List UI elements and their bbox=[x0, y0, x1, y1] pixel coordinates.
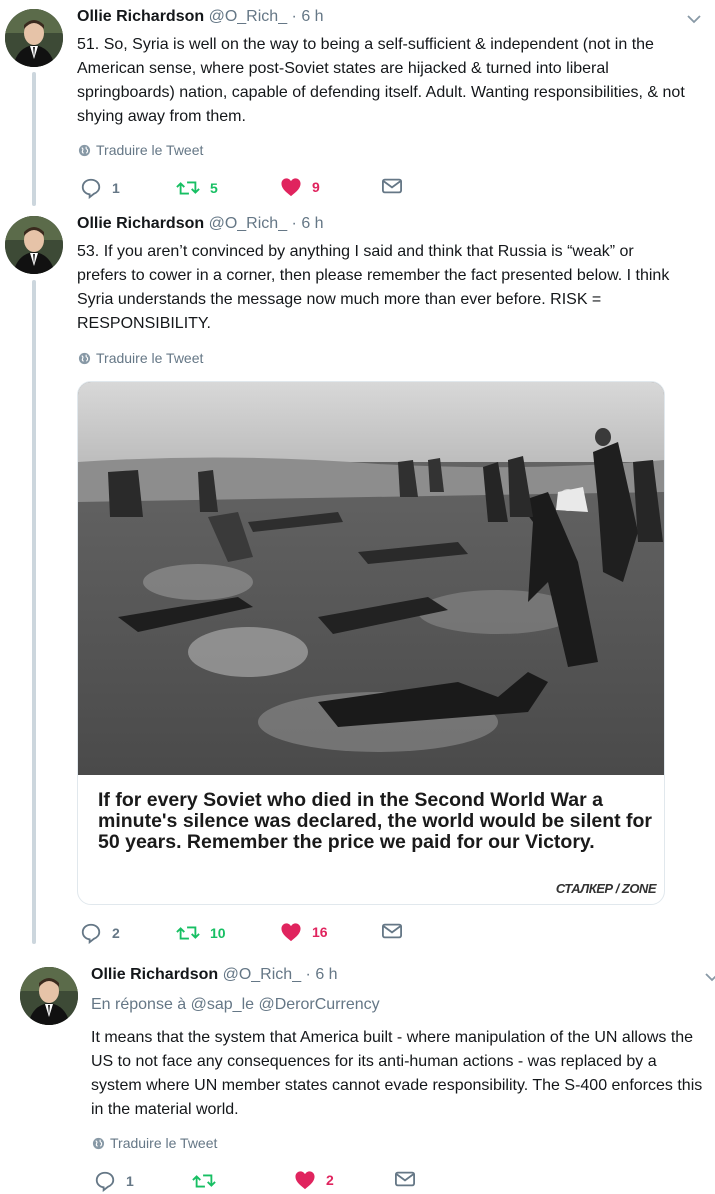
author-name[interactable]: Ollie Richardson bbox=[77, 8, 204, 25]
reply-icon bbox=[95, 1171, 115, 1192]
tweet-media-card[interactable]: If for every Soviet who died in the Seco… bbox=[77, 381, 665, 905]
retweet-icon bbox=[176, 926, 200, 940]
like-count: 16 bbox=[312, 924, 328, 940]
like-count: 2 bbox=[326, 1172, 334, 1188]
reply-button[interactable]: 1 bbox=[80, 177, 120, 199]
retweet-icon bbox=[192, 1174, 216, 1188]
heart-icon bbox=[281, 923, 301, 942]
reply-button[interactable]: 2 bbox=[80, 922, 120, 944]
translate-tweet-link[interactable]: Traduire le Tweet bbox=[92, 1135, 217, 1151]
like-count: 9 bbox=[312, 179, 320, 195]
reply-count: 1 bbox=[126, 1173, 134, 1189]
timestamp[interactable]: · 6 h bbox=[292, 215, 324, 232]
avatar[interactable] bbox=[20, 967, 78, 1025]
thread-line-2 bbox=[32, 280, 36, 944]
retweet-icon bbox=[176, 181, 200, 195]
retweet-button[interactable]: 10 bbox=[176, 922, 226, 944]
direct-message-button[interactable] bbox=[382, 922, 402, 940]
author-name[interactable]: Ollie Richardson bbox=[77, 215, 204, 232]
author-handle[interactable]: @O_Rich_ bbox=[223, 966, 302, 983]
reply-icon bbox=[81, 178, 101, 199]
translate-label: Traduire le Tweet bbox=[96, 350, 204, 366]
envelope-icon bbox=[382, 923, 402, 939]
timestamp[interactable]: · 6 h bbox=[292, 8, 324, 25]
heart-icon bbox=[281, 178, 301, 197]
war-photograph[interactable] bbox=[78, 382, 664, 775]
reply-icon bbox=[81, 923, 101, 944]
reply-mentions[interactable]: @sap_le @DerorCurrency bbox=[191, 996, 380, 1013]
envelope-icon bbox=[382, 178, 402, 194]
tweet-actions: 1 2 bbox=[94, 1170, 494, 1194]
avatar[interactable] bbox=[5, 9, 63, 67]
chevron-down-icon[interactable] bbox=[685, 10, 703, 33]
timestamp[interactable]: · 6 h bbox=[306, 966, 338, 983]
retweet-button[interactable] bbox=[192, 1170, 226, 1192]
envelope-icon bbox=[395, 1171, 415, 1187]
tweet-actions: 2 10 16 bbox=[80, 922, 480, 946]
thread-line-1 bbox=[32, 72, 36, 206]
author-handle[interactable]: @O_Rich_ bbox=[209, 215, 288, 232]
tweet-actions: 1 5 9 bbox=[80, 177, 480, 201]
tweet-header: Ollie Richardson @O_Rich_ · 6 h bbox=[91, 966, 338, 984]
tweet-text: 53. If you aren’t convinced by anything … bbox=[77, 243, 670, 332]
retweet-count: 10 bbox=[210, 925, 226, 941]
reply-count: 1 bbox=[112, 180, 120, 196]
direct-message-button[interactable] bbox=[382, 177, 402, 195]
globe-icon bbox=[78, 144, 91, 156]
translate-tweet-link[interactable]: Traduire le Tweet bbox=[78, 350, 203, 366]
globe-icon bbox=[92, 1137, 105, 1149]
chevron-down-icon[interactable] bbox=[703, 968, 715, 991]
tweet-header: Ollie Richardson @O_Rich_ · 6 h bbox=[77, 215, 324, 233]
reply-prefix: En réponse à bbox=[91, 996, 187, 1013]
translate-label: Traduire le Tweet bbox=[96, 142, 204, 158]
reply-count: 2 bbox=[112, 925, 120, 941]
media-caption: If for every Soviet who died in the Seco… bbox=[98, 789, 653, 853]
tweet-text: 51. So, Syria is well on the way to bein… bbox=[77, 36, 685, 125]
retweet-button[interactable]: 5 bbox=[176, 177, 218, 199]
author-handle[interactable]: @O_Rich_ bbox=[209, 8, 288, 25]
like-button[interactable]: 16 bbox=[280, 922, 328, 942]
globe-icon bbox=[78, 352, 91, 364]
tweet-text: It means that the system that America bu… bbox=[91, 1029, 703, 1118]
like-button[interactable]: 2 bbox=[294, 1170, 334, 1190]
translate-label: Traduire le Tweet bbox=[110, 1135, 218, 1151]
direct-message-button[interactable] bbox=[395, 1170, 415, 1188]
retweet-count: 5 bbox=[210, 180, 218, 196]
tweet-header: Ollie Richardson @O_Rich_ · 6 h bbox=[77, 8, 324, 26]
reply-context: En réponse à @sap_le @DerorCurrency bbox=[91, 996, 380, 1014]
author-name[interactable]: Ollie Richardson bbox=[91, 966, 218, 983]
avatar[interactable] bbox=[5, 216, 63, 274]
media-watermark: СТАЛКЕР / ZONE bbox=[555, 881, 657, 896]
reply-button[interactable]: 1 bbox=[94, 1170, 134, 1192]
translate-tweet-link[interactable]: Traduire le Tweet bbox=[78, 142, 203, 158]
heart-icon bbox=[295, 1171, 315, 1190]
like-button[interactable]: 9 bbox=[280, 177, 320, 197]
